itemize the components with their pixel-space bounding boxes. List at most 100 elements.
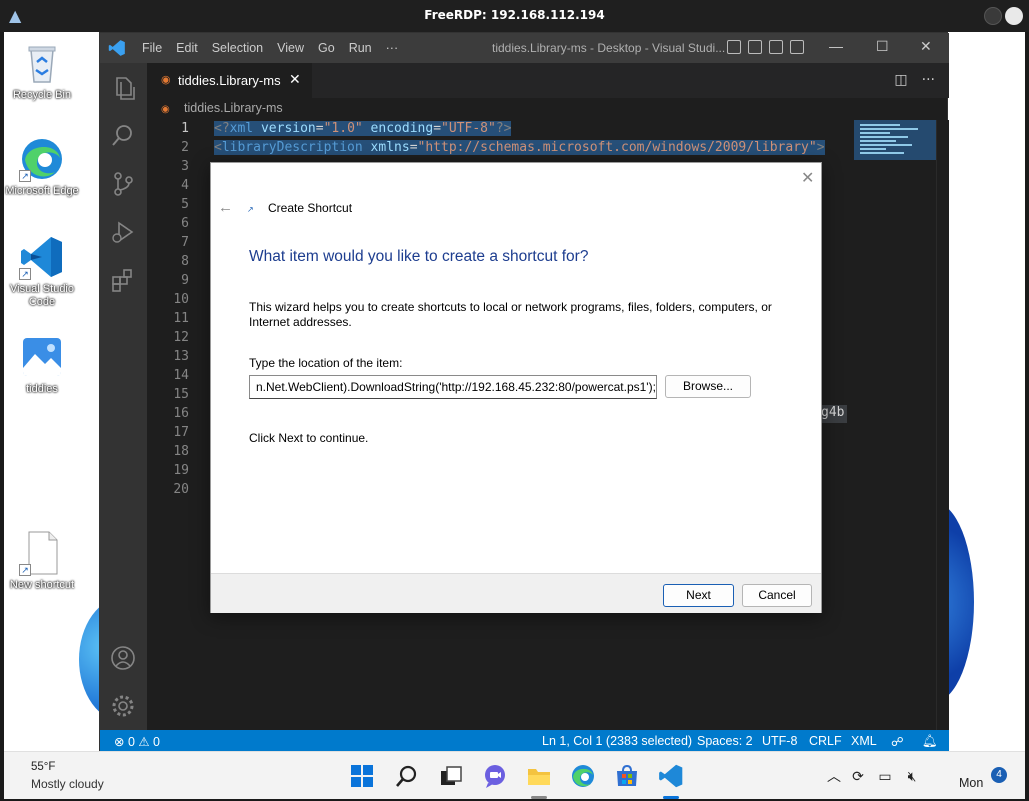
vscode-titlebar: File Edit Selection View Go Run ··· tidd… (100, 33, 949, 63)
notification-badge[interactable]: 4 (991, 767, 1007, 783)
language-mode[interactable]: XML (851, 734, 877, 748)
rss-file-icon: ◉ (161, 74, 171, 86)
close-icon[interactable]: ✕ (920, 38, 932, 55)
editor-actions: ◫ ··· (894, 72, 935, 88)
line-number: 12 (173, 330, 189, 345)
line-number: 5 (181, 197, 189, 212)
settings-gear-icon[interactable] (110, 693, 136, 719)
shortcut-icon: ↗ (247, 205, 254, 214)
code-line-2: <libraryDescription xmlns="http://schema… (214, 140, 825, 155)
line-number: 6 (181, 216, 189, 231)
location-label: Type the location of the item: (249, 356, 403, 370)
menu-view[interactable]: View (277, 41, 304, 55)
back-arrow-icon[interactable]: ← (218, 199, 233, 216)
cursor-position[interactable]: Ln 1, Col 1 (2383 selected) (542, 734, 692, 748)
menu-selection[interactable]: Selection (212, 41, 263, 55)
active-indicator (663, 796, 679, 799)
search-icon[interactable] (110, 123, 136, 149)
breadcrumb[interactable]: ◉ tiddies.Library-ms (147, 98, 949, 120)
menu-edit[interactable]: Edit (176, 41, 198, 55)
rss-file-icon: ◉ (161, 104, 170, 115)
tab-close-icon[interactable]: ✕ (289, 71, 301, 88)
menu-go[interactable]: Go (318, 41, 335, 55)
toggle-panel-icon[interactable] (748, 40, 762, 54)
line-number: 1 (181, 121, 189, 136)
rdp-close-button[interactable] (1005, 7, 1023, 25)
vscode-logo-icon (108, 39, 126, 57)
desktop-icon-tiddies[interactable]: tiddies (4, 334, 84, 396)
end-of-line[interactable]: CRLF (809, 734, 842, 748)
notifications-bell-icon[interactable]: 🔔︎ (922, 734, 938, 749)
desktop-icon-recycle-bin[interactable]: Recycle Bin (4, 40, 84, 102)
edge-icon: ↗ (19, 136, 65, 182)
desktop-icon-label: Recycle Bin (12, 89, 72, 101)
explorer-icon[interactable] (110, 75, 136, 101)
file-explorer-icon[interactable] (526, 763, 552, 789)
run-debug-icon[interactable] (110, 219, 136, 245)
line-number: 13 (173, 349, 189, 364)
weather-temperature[interactable]: 55°F (31, 761, 55, 773)
minimize-icon[interactable]: — (829, 38, 843, 54)
menu-bar: File Edit Selection View Go Run ··· (142, 41, 412, 55)
close-icon[interactable]: ✕ (801, 168, 814, 188)
line-number: 15 (173, 387, 189, 402)
desktop-icon-label: Visual Studio Code (9, 283, 74, 308)
next-button[interactable]: Next (663, 584, 734, 607)
tab-tiddies-library[interactable]: ◉ tiddies.Library-ms ✕ (147, 63, 312, 98)
network-icon[interactable]: ⟳ (850, 768, 866, 784)
file-encoding[interactable]: UTF-8 (762, 734, 797, 748)
rdp-minimize-button[interactable] (984, 7, 1002, 25)
chevron-up-icon[interactable]: ︿ (826, 768, 842, 784)
line-number: 20 (173, 482, 189, 497)
line-number: 18 (173, 444, 189, 459)
rdp-titlebar: ▲ FreeRDP: 192.168.112.194 (0, 0, 1029, 32)
store-icon[interactable] (614, 763, 640, 789)
windows-start-icon[interactable] (349, 763, 375, 789)
source-control-icon[interactable] (110, 171, 136, 197)
toggle-secondary-sidebar-icon[interactable] (769, 40, 783, 54)
problems-indicator[interactable]: ⊗ 0 ⚠ 0 (114, 734, 160, 749)
shortcut-arrow-icon: ↗ (19, 564, 31, 576)
volume-muted-icon[interactable]: 🔇︎ (904, 768, 920, 784)
active-indicator (531, 796, 547, 799)
edge-icon[interactable] (570, 763, 596, 789)
window-title: tiddies.Library-ms - Desktop - Visual St… (492, 41, 726, 55)
split-editor-icon[interactable]: ◫ (894, 72, 907, 88)
vscode-icon[interactable] (658, 763, 684, 789)
desktop-icon-edge[interactable]: ↗ Microsoft Edge (4, 136, 84, 198)
shortcut-arrow-icon: ↗ (19, 268, 31, 280)
blank-file-icon: ↗ (19, 530, 65, 576)
account-icon[interactable] (110, 645, 136, 671)
shortcut-arrow-icon: ↗ (19, 170, 31, 182)
desktop-icon-new-shortcut[interactable]: ↗ New shortcut (4, 530, 84, 592)
browse-button[interactable]: Browse... (665, 375, 751, 398)
indentation[interactable]: Spaces: 2 (697, 734, 753, 748)
customize-layout-icon[interactable] (790, 40, 804, 54)
dialog-heading: What item would you like to create a sho… (249, 248, 589, 265)
menu-more[interactable]: ··· (386, 41, 399, 55)
search-icon[interactable] (394, 763, 420, 789)
more-actions-icon[interactable]: ··· (922, 72, 935, 88)
editor-scrollbar[interactable] (936, 120, 948, 730)
task-view-icon[interactable] (438, 763, 464, 789)
minimap[interactable] (854, 120, 936, 160)
dialog-description: This wizard helps you to create shortcut… (249, 300, 772, 329)
feedback-icon[interactable]: ☍ (891, 734, 904, 749)
clock[interactable]: Mon (959, 776, 983, 790)
weather-description[interactable]: Mostly cloudy (31, 777, 104, 791)
create-shortcut-dialog: ✕ ← ↗ Create Shortcut What item would yo… (210, 162, 822, 613)
toggle-sidebar-icon[interactable] (727, 40, 741, 54)
display-icon[interactable]: ▭ (877, 768, 893, 784)
cancel-button[interactable]: Cancel (742, 584, 812, 607)
line-number: 2 (181, 140, 189, 155)
extensions-icon[interactable] (110, 267, 136, 293)
desktop-icon-label: New shortcut (9, 579, 75, 591)
location-input[interactable]: n.Net.WebClient).DownloadString('http://… (249, 375, 657, 399)
maximize-icon[interactable]: ☐ (876, 38, 889, 55)
rdp-title: FreeRDP: 192.168.112.194 (424, 8, 605, 22)
line-number: 9 (181, 273, 189, 288)
desktop-icon-vscode[interactable]: ↗ Visual Studio Code (4, 234, 84, 309)
chat-icon[interactable] (482, 763, 508, 789)
menu-file[interactable]: File (142, 41, 162, 55)
menu-run[interactable]: Run (349, 41, 372, 55)
